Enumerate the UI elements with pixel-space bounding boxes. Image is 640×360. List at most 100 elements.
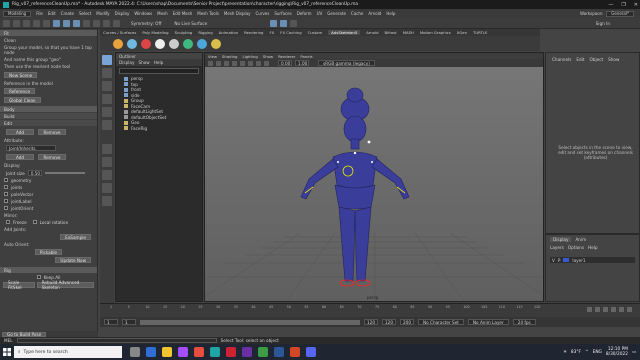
lights-icon[interactable] (248, 60, 253, 66)
discord-icon[interactable] (306, 347, 316, 357)
save-scene-icon[interactable] (23, 19, 30, 27)
task-view-icon[interactable] (130, 347, 140, 357)
new-scene-button[interactable]: New Scene (4, 72, 38, 78)
rebuild-skeleton-button[interactable]: Rebuild Advanced Skeleton (36, 280, 94, 290)
object-menu[interactable]: Object (589, 57, 603, 62)
face-icon[interactable] (211, 39, 221, 49)
chevron-up-icon[interactable]: ^ (585, 350, 589, 355)
check-geometry[interactable]: geometry (0, 177, 97, 184)
grid-toggle-icon[interactable] (216, 60, 221, 66)
section-rig[interactable]: Rig (0, 267, 97, 273)
play-back-icon[interactable] (603, 307, 608, 312)
step-back-icon[interactable] (595, 307, 600, 312)
snap-grid-icon[interactable] (83, 19, 90, 27)
shadows-icon[interactable] (256, 60, 261, 66)
snap-view-icon[interactable] (113, 19, 120, 27)
check-jointlabel[interactable]: jointLabel (0, 198, 97, 205)
joint-size-field[interactable]: 0.50 (27, 170, 42, 176)
script-layout-icon[interactable] (102, 196, 112, 206)
character-app-icon[interactable] (178, 347, 188, 357)
picker-icon[interactable] (169, 39, 179, 49)
outliner-item[interactable]: FaceRig (116, 126, 202, 132)
outliner-menu-help[interactable]: Help (154, 60, 164, 65)
notification-icon[interactable]: ▭ (632, 350, 636, 355)
menu-edit[interactable]: Edit (48, 11, 56, 16)
joint-size-slider[interactable] (44, 172, 85, 174)
shelf-tab-fx-caching[interactable]: FX Caching (280, 30, 301, 35)
menu-mesh[interactable]: Mesh (157, 11, 168, 16)
gamma-field[interactable]: 1.00 (295, 60, 309, 66)
ipr-render-icon[interactable] (280, 19, 288, 27)
edit-menu[interactable]: Edit (576, 57, 584, 62)
smooth-shade-icon[interactable] (232, 60, 237, 66)
symmetry-label[interactable]: Symmetry: Off (131, 21, 161, 26)
colorspace-dropdown[interactable]: sRGB gamma (legacy) (318, 60, 375, 66)
snap-curve-icon[interactable] (93, 19, 100, 27)
check-joints[interactable]: joints (0, 184, 97, 191)
viewport-menu-lighting[interactable]: Lighting (242, 54, 257, 59)
powerpoint-icon[interactable] (290, 347, 300, 357)
xray-icon[interactable] (264, 60, 269, 66)
shelf-tab-advskeleton[interactable]: AdvSkeleton5 (328, 30, 361, 35)
paint-select-icon[interactable] (102, 81, 112, 91)
menu-generate[interactable]: Generate (327, 11, 346, 16)
language[interactable]: ENG (593, 350, 602, 355)
viewport-menu-shading[interactable]: Shading (222, 54, 237, 59)
lasso-tool-icon[interactable] (102, 68, 112, 78)
menu-create[interactable]: Create (61, 11, 74, 16)
body-icon[interactable] (197, 39, 207, 49)
remove-button-1[interactable]: Remove (38, 129, 66, 135)
snap-point-icon[interactable] (103, 19, 110, 27)
menu-modify[interactable]: Modify (96, 11, 109, 16)
maya-taskbar-icon[interactable] (210, 347, 220, 357)
menu-help[interactable]: Help (386, 11, 395, 16)
four-pane-icon[interactable] (102, 157, 112, 167)
add-button-2[interactable]: Add (6, 154, 34, 160)
adobe-icon[interactable] (226, 347, 236, 357)
global-clean-button[interactable]: Global Clean (4, 97, 41, 103)
open-scene-icon[interactable] (13, 19, 20, 27)
walk-designer-icon[interactable] (141, 39, 151, 49)
render-settings-icon[interactable] (290, 19, 298, 27)
shelf-tab-animation[interactable]: Animation (219, 30, 238, 35)
shelf-tab-motion-graphics[interactable]: Motion Graphics (420, 30, 451, 35)
select-tool-icon[interactable] (102, 55, 112, 65)
viewport-canvas[interactable]: persp (205, 67, 543, 301)
menu-display[interactable]: Display (115, 11, 130, 16)
step-forward-icon[interactable] (619, 307, 624, 312)
menu-arnold[interactable]: Arnold (368, 11, 381, 16)
single-pane-icon[interactable] (102, 144, 112, 154)
shelf-tab-arnold[interactable]: Arnold (366, 30, 378, 35)
menu-mesh-display[interactable]: Mesh Display (224, 11, 251, 16)
range-start-field[interactable]: 1 (104, 319, 118, 325)
clock[interactable]: 12:10 PM 8/30/2022 (606, 347, 628, 357)
workspace-dropdown[interactable]: General* (606, 10, 634, 17)
outliner-menu-show[interactable]: Show (138, 60, 149, 65)
word-icon[interactable] (274, 347, 284, 357)
select-component-icon[interactable] (73, 19, 80, 27)
goto-build-pose-button[interactable]: Go to Build Pose (2, 331, 47, 337)
viewport-panel[interactable]: View Shading Lighting Show Renderer Pane… (204, 52, 544, 302)
shelf-tab-xgen[interactable]: XGen (457, 30, 467, 35)
camera-icon[interactable] (208, 60, 213, 66)
maximize-button[interactable]: ❐ (621, 2, 625, 8)
excel-icon[interactable] (258, 347, 268, 357)
menu-file[interactable]: File (36, 11, 43, 16)
exposure-field[interactable]: 0.00 (278, 60, 292, 66)
add-button-1[interactable]: Add (6, 129, 34, 135)
channels-menu[interactable]: Channels (552, 57, 571, 62)
undo-icon[interactable] (33, 19, 40, 27)
go-to-end-icon[interactable] (627, 307, 632, 312)
layer-row[interactable]: V P layer1 (550, 257, 635, 263)
character-set-dropdown[interactable]: No Character Set (418, 319, 464, 325)
chrome-icon[interactable] (194, 347, 204, 357)
layers-menu[interactable]: Layers (550, 245, 564, 250)
select-object-icon[interactable] (63, 19, 70, 27)
shelf-tab-curves[interactable]: Curves / Surfaces (103, 30, 136, 35)
shelf-tab-rendering[interactable]: Rendering (244, 30, 263, 35)
range-inner-start-field[interactable]: 1 (122, 319, 136, 325)
menu-select[interactable]: Select (79, 11, 91, 16)
anim-layer-dropdown[interactable]: No Anim Layer (467, 319, 509, 325)
graph-layout-icon[interactable] (102, 183, 112, 193)
shelf-tab-mash[interactable]: MASH (403, 30, 414, 35)
